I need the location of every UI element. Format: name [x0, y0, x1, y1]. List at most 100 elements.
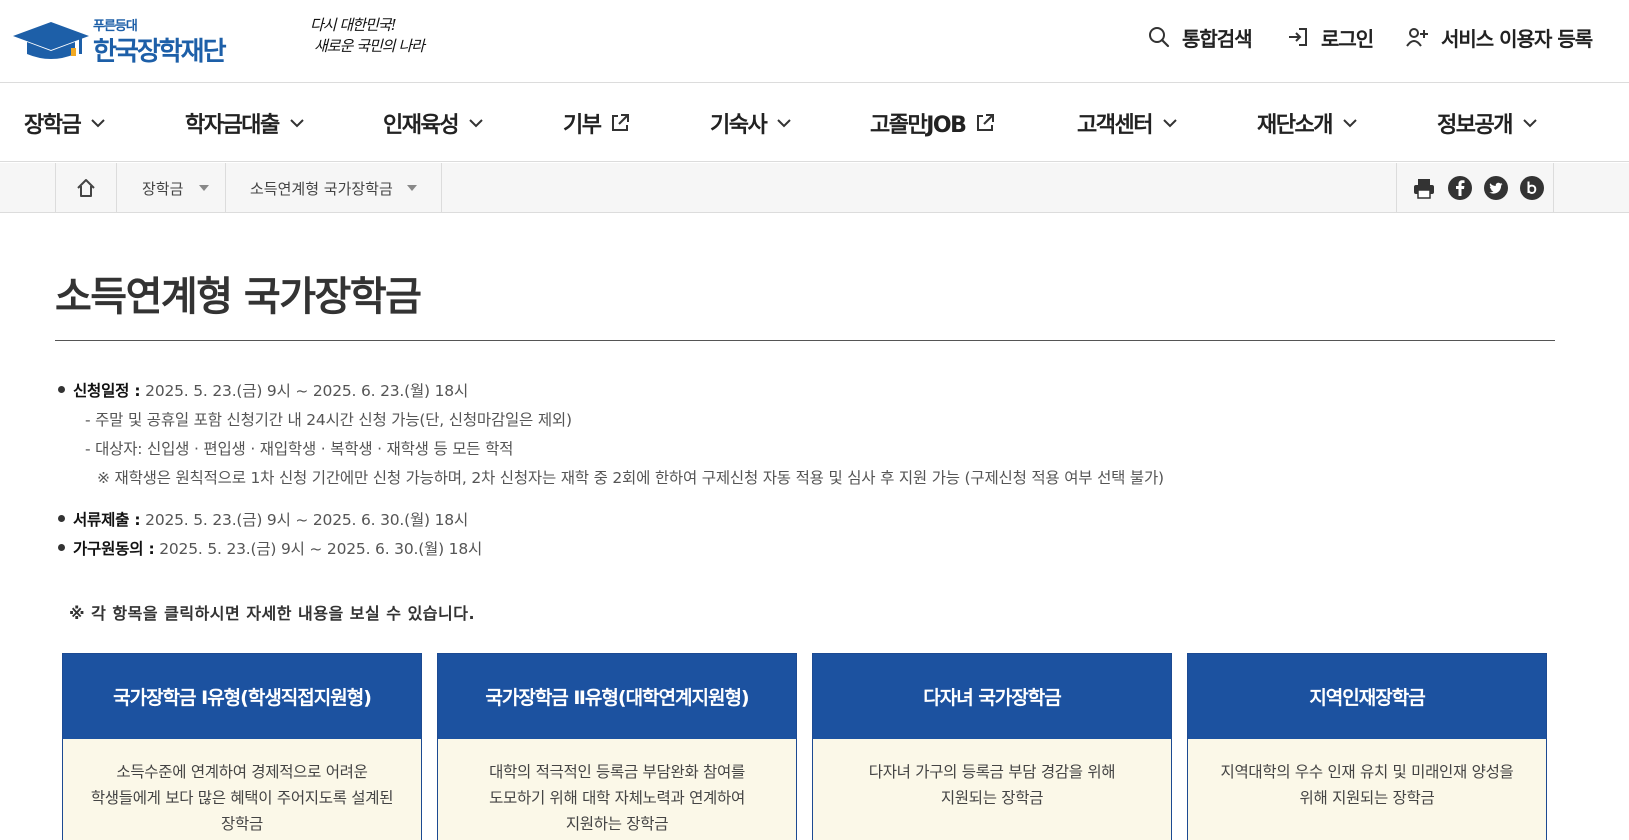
login-icon: [1289, 28, 1307, 46]
facebook-share-button[interactable]: [1447, 175, 1473, 201]
card-desc-line: 지원하는 장학금: [565, 815, 669, 833]
twitter-icon: [1484, 176, 1508, 200]
card-title: 국가장학금 Ⅰ유형(학생직접지원형): [63, 654, 421, 739]
breadcrumb-scholarship[interactable]: 장학금: [116, 163, 225, 213]
nav-item-label: 인재육성: [383, 113, 459, 138]
search-link[interactable]: 통합검색: [1148, 22, 1253, 52]
chevron-down-icon: [1523, 119, 1537, 128]
nav-item-label: 장학금: [24, 113, 82, 138]
external-link-icon: [977, 114, 995, 131]
nav-item-about[interactable]: 재단소개: [1257, 108, 1358, 138]
card-desc-line: 장학금: [221, 815, 263, 833]
home-button[interactable]: [55, 163, 116, 213]
nav-item-label: 고객센터: [1077, 113, 1153, 138]
register-label: 서비스 이용자 등록: [1441, 26, 1593, 51]
card-desc-line: 지원되는 장학금: [940, 789, 1044, 807]
card-title: 국가장학금 Ⅱ유형(대학연계지원형): [438, 654, 796, 739]
nav-item-dormitory[interactable]: 기숙사: [710, 108, 792, 138]
card-description: 다자녀 가구의 등록금 부담 경감을 위해 지원되는 장학금: [813, 739, 1171, 811]
card-regional-talent-scholarship[interactable]: 지역인재장학금 지역대학의 우수 인재 유치 및 미래인재 양성을 위해 지원되…: [1187, 653, 1547, 840]
nav-item-scholarship[interactable]: 장학금: [24, 108, 106, 138]
bullet-dot: [58, 515, 65, 522]
nav-item-loan[interactable]: 학자금대출: [185, 108, 305, 138]
caret-down-icon: [406, 185, 417, 191]
title-divider: [55, 340, 1555, 341]
page-title: 소득연계형 국가장학금: [55, 274, 422, 320]
twitter-share-button[interactable]: [1483, 175, 1509, 201]
register-link[interactable]: 서비스 이용자 등록: [1405, 22, 1593, 52]
chevron-down-icon: [469, 119, 483, 128]
facebook-icon: [1448, 176, 1472, 200]
card-desc-line: 다자녀 가구의 등록금 부담 경감을 위해: [868, 763, 1116, 781]
logo-title: 한국장학재단: [93, 37, 227, 67]
schedule-value: 2025. 5. 23.(금) 9시 ~ 2025. 6. 30.(월) 18시: [140, 511, 469, 529]
print-icon: [1414, 179, 1434, 199]
card-desc-line: 소득수준에 연계하여 경제적으로 어려운: [116, 763, 368, 781]
nav-item-talent[interactable]: 인재육성: [383, 108, 484, 138]
nav-item-disclosure[interactable]: 정보공개: [1437, 108, 1538, 138]
external-link-icon: [612, 114, 630, 131]
site-logo[interactable]: 푸른등대 한국장학재단: [11, 14, 241, 67]
chevron-down-icon: [1343, 119, 1357, 128]
location-bar: 장학금 소득연계형 국가장학금: [0, 163, 1629, 213]
home-icon: [77, 179, 95, 197]
card-desc-line: 학생들에게 보다 많은 혜택이 주어지도록 설계된: [90, 789, 394, 807]
schedule-value: 2025. 5. 23.(금) 9시 ~ 2025. 6. 23.(월) 18시: [140, 382, 469, 400]
search-label: 통합검색: [1182, 26, 1253, 51]
chevron-down-icon: [289, 119, 304, 128]
card-desc-line: 위해 지원되는 장학금: [1299, 789, 1435, 807]
print-button[interactable]: [1411, 175, 1437, 201]
slogan: 다시 대한민국! 새로운 국민의 나라: [310, 15, 430, 57]
card-multi-child-scholarship[interactable]: 다자녀 국가장학금 다자녀 가구의 등록금 부담 경감을 위해 지원되는 장학금: [812, 653, 1172, 840]
schedule-label: 가구원동의 :: [73, 540, 155, 558]
card-desc-line: 도모하기 위해 대학 자체노력과 연계하여: [489, 789, 745, 807]
card-title: 다자녀 국가장학금: [813, 654, 1171, 739]
bullet-dot: [58, 386, 65, 393]
share-tools: [1396, 163, 1554, 213]
chevron-down-icon: [777, 119, 791, 128]
chevron-down-icon: [91, 119, 105, 128]
top-header: 푸른등대 한국장학재단 다시 대한민국! 새로운 국민의 나라 통합검색 로그인…: [0, 0, 1629, 83]
caret-down-icon: [199, 185, 210, 191]
user-add-icon: [1406, 28, 1428, 47]
card-type2-scholarship[interactable]: 국가장학금 Ⅱ유형(대학연계지원형) 대학의 적극적인 등록금 부담완화 참여를…: [437, 653, 797, 840]
card-description: 대학의 적극적인 등록금 부담완화 참여를 도모하기 위해 대학 자체노력과 연…: [438, 739, 796, 837]
schedule-application: 신청일정 : 2025. 5. 23.(금) 9시 ~ 2025. 6. 23.…: [73, 379, 468, 401]
slogan-line: 새로운 국민의 나라: [314, 37, 425, 55]
login-link[interactable]: 로그인: [1287, 22, 1374, 52]
search-icon: [1149, 27, 1170, 48]
card-description: 지역대학의 우수 인재 유치 및 미래인재 양성을 위해 지원되는 장학금: [1188, 739, 1546, 811]
card-type1-scholarship[interactable]: 국가장학금 Ⅰ유형(학생직접지원형) 소득수준에 연계하여 경제적으로 어려운 …: [62, 653, 422, 840]
card-desc-line: 지역대학의 우수 인재 유치 및 미래인재 양성을: [1220, 763, 1514, 781]
nav-item-label: 고졸만JOB: [870, 113, 967, 138]
schedule-label: 서류제출 :: [73, 511, 141, 529]
bullet-dot: [58, 544, 65, 551]
breadcrumb-label: 장학금: [142, 179, 184, 198]
sub-note: ※ 재학생은 원칙적으로 1차 신청 기간에만 신청 가능하며, 2차 신청자는…: [97, 469, 1164, 487]
card-desc-line: 대학의 적극적인 등록금 부담완화 참여를: [489, 763, 745, 781]
blog-share-button[interactable]: [1519, 175, 1545, 201]
nav-item-label: 재단소개: [1257, 113, 1333, 138]
nav-item-customer-center[interactable]: 고객센터: [1077, 108, 1178, 138]
main-navigation: 장학금 학자금대출 인재육성 기부 기숙사 고졸만JOB 고객센터 재단소개 정…: [0, 84, 1629, 162]
click-notice: ※ 각 항목을 클릭하시면 자세한 내용을 보실 수 있습니다.: [69, 604, 476, 623]
card-description: 소득수준에 연계하여 경제적으로 어려운 학생들에게 보다 많은 혜택이 주어지…: [63, 739, 421, 837]
nav-item-label: 학자금대출: [185, 113, 280, 138]
sub-line: - 주말 및 공휴일 포함 신청기간 내 24시간 신청 가능(단, 신청마감일…: [85, 411, 572, 429]
blog-icon: [1520, 176, 1544, 200]
nav-item-label: 기부: [563, 113, 602, 138]
nav-item-label: 기숙사: [710, 113, 768, 138]
schedule-value: 2025. 5. 23.(금) 9시 ~ 2025. 6. 30.(월) 18시: [154, 540, 483, 558]
graduation-cap-icon: [13, 22, 89, 59]
schedule-documents: 서류제출 : 2025. 5. 23.(금) 9시 ~ 2025. 6. 30.…: [73, 508, 468, 530]
nav-item-job[interactable]: 고졸만JOB: [870, 108, 995, 138]
nav-item-label: 정보공개: [1437, 113, 1513, 138]
sub-line: - 대상자: 신입생 · 편입생 · 재입학생 · 복학생 · 재학생 등 모든…: [85, 440, 514, 458]
schedule-label: 신청일정 :: [73, 382, 141, 400]
breadcrumb-current[interactable]: 소득연계형 국가장학금: [225, 163, 442, 213]
nav-item-donation[interactable]: 기부: [563, 108, 630, 138]
chevron-down-icon: [1163, 119, 1177, 128]
card-title: 지역인재장학금: [1188, 654, 1546, 739]
breadcrumb-label: 소득연계형 국가장학금: [250, 179, 393, 198]
schedule-household-consent: 가구원동의 : 2025. 5. 23.(금) 9시 ~ 2025. 6. 30…: [73, 537, 482, 559]
